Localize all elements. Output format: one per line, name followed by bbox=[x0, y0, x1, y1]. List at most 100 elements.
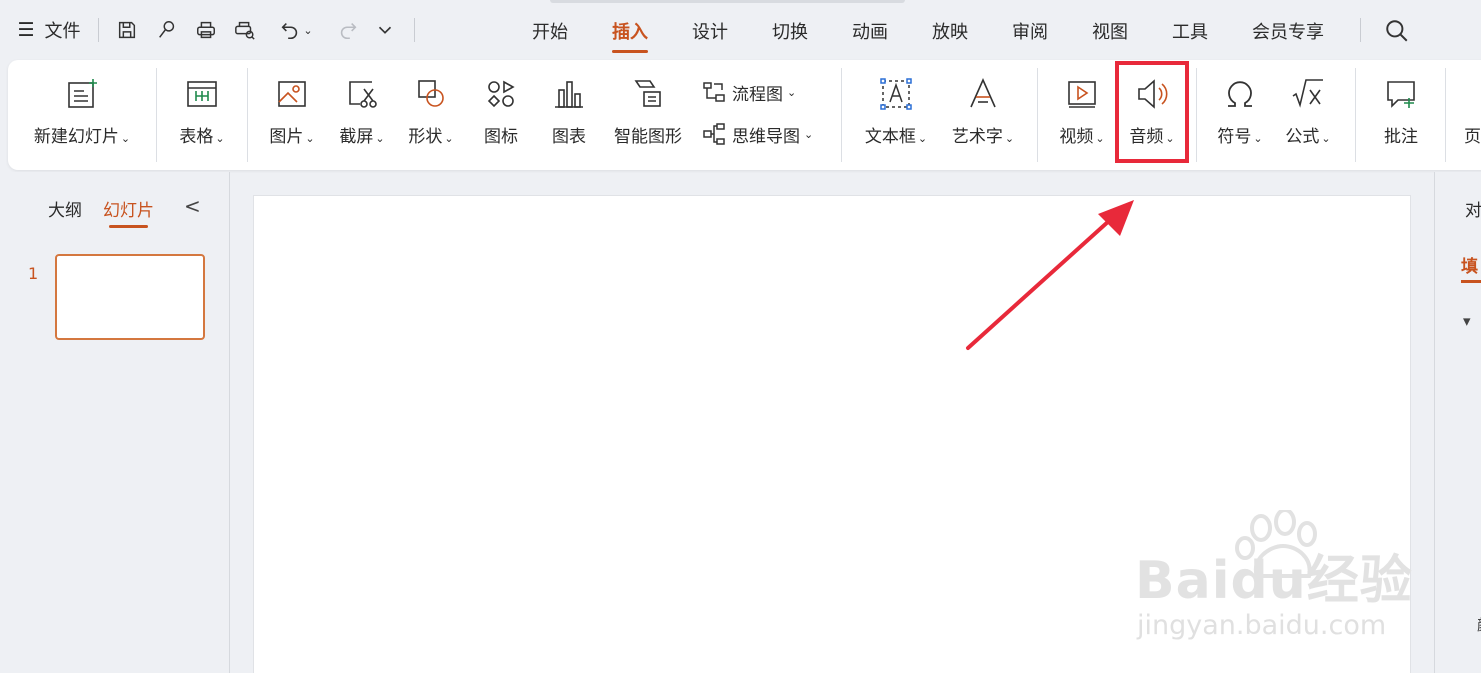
panel-divider bbox=[229, 172, 230, 673]
color-label: 颜 bbox=[1477, 614, 1481, 635]
picture-icon bbox=[274, 76, 310, 112]
chevron-down-icon: ⌄ bbox=[305, 132, 315, 145]
mindmap-icon bbox=[703, 123, 725, 145]
icon-library-button[interactable]: 图标 bbox=[470, 60, 532, 170]
tab-design[interactable]: 设计 bbox=[692, 18, 728, 44]
mindmap-button[interactable]: 思维导图 ⌄ bbox=[702, 119, 813, 149]
format-painter-icon[interactable] bbox=[152, 16, 182, 44]
undo-icon[interactable]: ⌄ bbox=[272, 16, 320, 44]
icon-library-label: 图标 bbox=[484, 127, 518, 147]
chart-button[interactable]: 图表 bbox=[538, 60, 600, 170]
watermark-url: jingyan.baidu.com bbox=[1137, 610, 1387, 641]
properties-panel-title: 对 bbox=[1465, 201, 1481, 221]
textbox-button[interactable]: 文本框 ⌄ bbox=[856, 60, 936, 170]
wordart-icon bbox=[965, 76, 1001, 112]
collapse-panel-icon[interactable]: < bbox=[184, 194, 201, 218]
tab-transition[interactable]: 切换 bbox=[772, 18, 808, 44]
file-menu-label: 文件 bbox=[44, 21, 81, 42]
properties-panel: 对 填 ▾ 颜 bbox=[1434, 172, 1481, 673]
textbox-label: 文本框 bbox=[864, 127, 916, 147]
smart-art-label: 智能图形 bbox=[614, 127, 682, 147]
tab-slideshow[interactable]: 放映 bbox=[932, 18, 968, 44]
top-crease bbox=[550, 0, 905, 3]
table-label: 表格 bbox=[179, 127, 214, 147]
table-button[interactable]: 表格 ⌄ bbox=[168, 60, 236, 170]
tab-member[interactable]: 会员专享 bbox=[1252, 18, 1324, 44]
flowchart-icon bbox=[703, 82, 725, 102]
picture-label: 图片 bbox=[269, 127, 304, 147]
smart-art-button[interactable]: 智能图形 bbox=[606, 60, 690, 170]
flowchart-button[interactable]: 流程图 ⌄ bbox=[702, 77, 796, 107]
mindmap-label: 思维导图 bbox=[732, 126, 800, 147]
more-icon[interactable] bbox=[370, 16, 400, 44]
annotation-arrow bbox=[966, 200, 1134, 350]
tab-insert[interactable]: 插入 bbox=[612, 18, 648, 53]
divider bbox=[247, 68, 248, 162]
chevron-down-icon: ⌄ bbox=[303, 23, 313, 37]
screenshot-button[interactable]: 截屏 ⌄ bbox=[330, 60, 394, 170]
ribbon-toolbar: 新建幻灯片 ⌄ 表格 ⌄ 图片 ⌄ 截屏 ⌄ 形状 ⌄ 图标 图表 智能图形 流… bbox=[8, 60, 1481, 170]
tab-fill[interactable]: 填 bbox=[1461, 252, 1478, 277]
chevron-down-icon: ⌄ bbox=[120, 132, 131, 145]
symbol-button[interactable]: 符号 ⌄ bbox=[1208, 60, 1272, 170]
shape-button[interactable]: 形状 ⌄ bbox=[399, 60, 463, 170]
wordart-label: 艺术字 bbox=[951, 127, 1003, 147]
formula-button[interactable]: 公式 ⌄ bbox=[1276, 60, 1340, 170]
chevron-down-icon: ⌄ bbox=[804, 127, 814, 141]
tab-tools[interactable]: 工具 bbox=[1172, 18, 1208, 44]
chevron-down-icon: ⌄ bbox=[1253, 132, 1263, 145]
flowchart-label: 流程图 bbox=[732, 84, 783, 105]
save-icon[interactable] bbox=[112, 16, 142, 44]
chevron-down-icon: ⌄ bbox=[1004, 132, 1015, 145]
watermark-brand: Baidu经验 bbox=[1135, 551, 1413, 611]
omega-icon bbox=[1222, 76, 1258, 112]
audio-highlight-box bbox=[1115, 61, 1189, 163]
screenshot-label: 截屏 bbox=[339, 127, 374, 147]
icon-library-icon bbox=[483, 76, 519, 112]
new-slide-button[interactable]: 新建幻灯片 ⌄ bbox=[24, 60, 140, 170]
redo-icon[interactable] bbox=[333, 16, 363, 44]
chart-icon bbox=[551, 76, 587, 112]
textbox-icon bbox=[878, 76, 914, 112]
divider bbox=[414, 18, 415, 42]
print-icon[interactable] bbox=[191, 16, 221, 44]
chevron-down-icon: ⌄ bbox=[1095, 132, 1105, 145]
divider bbox=[1445, 68, 1446, 162]
formula-label: 公式 bbox=[1285, 127, 1320, 147]
tab-home[interactable]: 开始 bbox=[532, 18, 568, 44]
screenshot-icon bbox=[344, 76, 380, 112]
comment-button[interactable]: 批注 bbox=[1368, 60, 1434, 170]
formula-icon bbox=[1290, 76, 1326, 112]
slide-number: 1 bbox=[28, 264, 39, 283]
tab-view[interactable]: 视图 bbox=[1092, 18, 1128, 44]
print-preview-icon[interactable] bbox=[230, 16, 260, 44]
hamburger-icon: ☰ bbox=[17, 19, 35, 41]
section-toggle-icon[interactable]: ▾ bbox=[1463, 312, 1471, 330]
tab-fill-underline bbox=[1461, 280, 1481, 283]
wordart-button[interactable]: 艺术字 ⌄ bbox=[943, 60, 1023, 170]
page-button-partial[interactable]: 页 bbox=[1458, 60, 1481, 170]
divider bbox=[1360, 18, 1361, 42]
tab-outline[interactable]: 大纲 bbox=[48, 196, 82, 221]
divider bbox=[1355, 68, 1356, 162]
page-label: 页 bbox=[1464, 127, 1481, 147]
tab-review[interactable]: 审阅 bbox=[1012, 18, 1048, 44]
chart-label: 图表 bbox=[552, 127, 586, 147]
divider bbox=[1196, 68, 1197, 162]
file-menu[interactable]: ☰ 文件 bbox=[14, 16, 84, 44]
tab-animation[interactable]: 动画 bbox=[852, 18, 888, 44]
chevron-down-icon: ⌄ bbox=[375, 132, 385, 145]
video-button[interactable]: 视频 ⌄ bbox=[1050, 60, 1114, 170]
comment-icon bbox=[1383, 76, 1419, 112]
slide-thumbnail[interactable] bbox=[55, 254, 205, 340]
picture-button[interactable]: 图片 ⌄ bbox=[260, 60, 324, 170]
search-icon[interactable] bbox=[1384, 18, 1410, 44]
comment-label: 批注 bbox=[1384, 127, 1418, 147]
divider bbox=[156, 68, 157, 162]
chevron-down-icon: ⌄ bbox=[1321, 132, 1331, 145]
tab-slides[interactable]: 幻灯片 bbox=[103, 196, 154, 228]
divider bbox=[841, 68, 842, 162]
new-slide-label: 新建幻灯片 bbox=[33, 127, 119, 147]
slide-panel: 大纲 幻灯片 < 1 bbox=[0, 172, 230, 673]
chevron-down-icon: ⌄ bbox=[444, 132, 454, 145]
